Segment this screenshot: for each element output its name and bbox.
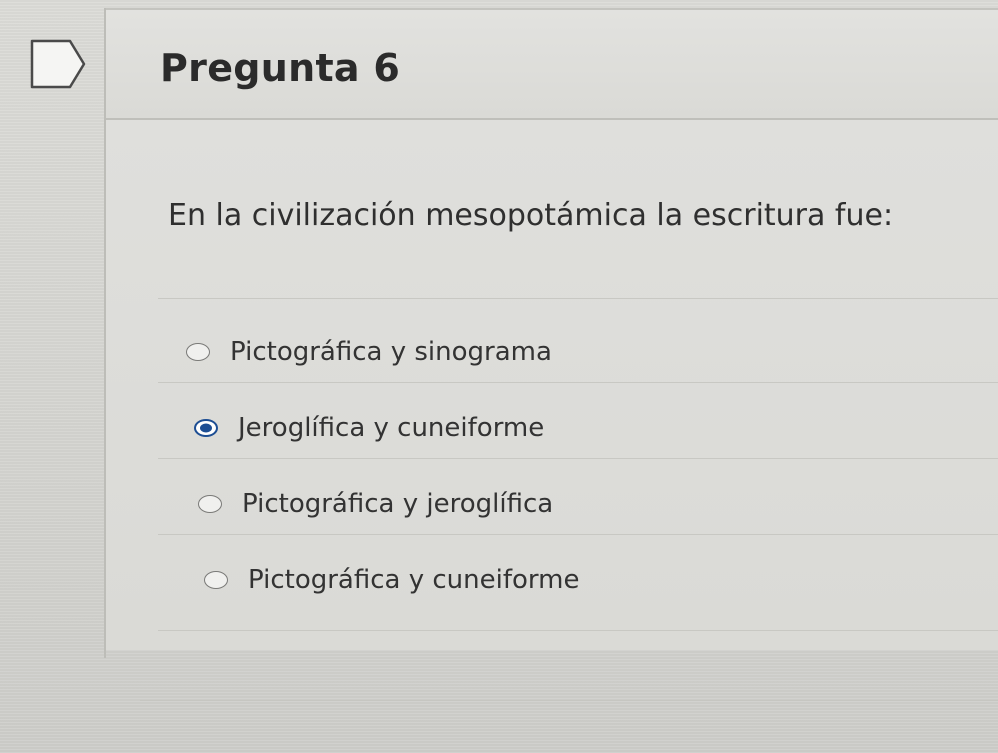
radio-button-unchecked[interactable] xyxy=(186,343,210,361)
question-body: En la civilización mesopotámica la escri… xyxy=(106,120,998,650)
question-title: Pregunta 6 xyxy=(160,46,401,90)
answer-option-label: Jeroglífica y cuneiforme xyxy=(238,413,545,443)
divider xyxy=(140,700,998,701)
separator xyxy=(158,382,998,383)
radio-button-unchecked[interactable] xyxy=(198,495,222,513)
answer-option-label: Pictográfica y sinograma xyxy=(230,337,552,367)
separator xyxy=(158,458,998,459)
answer-option-label: Pictográfica y cuneiforme xyxy=(248,565,580,595)
answer-option-1[interactable]: Pictográfica y sinograma xyxy=(186,330,552,374)
answer-option-2[interactable]: Jeroglífica y cuneiforme xyxy=(194,406,544,450)
question-header: Pregunta 6 xyxy=(106,8,998,120)
radio-button-unchecked[interactable] xyxy=(204,571,228,589)
question-text: En la civilización mesopotámica la escri… xyxy=(168,198,894,233)
answer-option-3[interactable]: Pictográfica y jeroglífica xyxy=(198,482,553,526)
flag-question-icon[interactable] xyxy=(28,38,90,90)
radio-button-checked[interactable] xyxy=(194,419,218,437)
question-card: Pregunta 6 En la civilización mesopotámi… xyxy=(104,8,998,658)
separator xyxy=(158,298,998,299)
answer-option-label: Pictográfica y jeroglífica xyxy=(242,489,554,519)
separator xyxy=(158,534,998,535)
separator xyxy=(158,630,998,631)
answer-option-4[interactable]: Pictográfica y cuneiforme xyxy=(204,558,579,602)
